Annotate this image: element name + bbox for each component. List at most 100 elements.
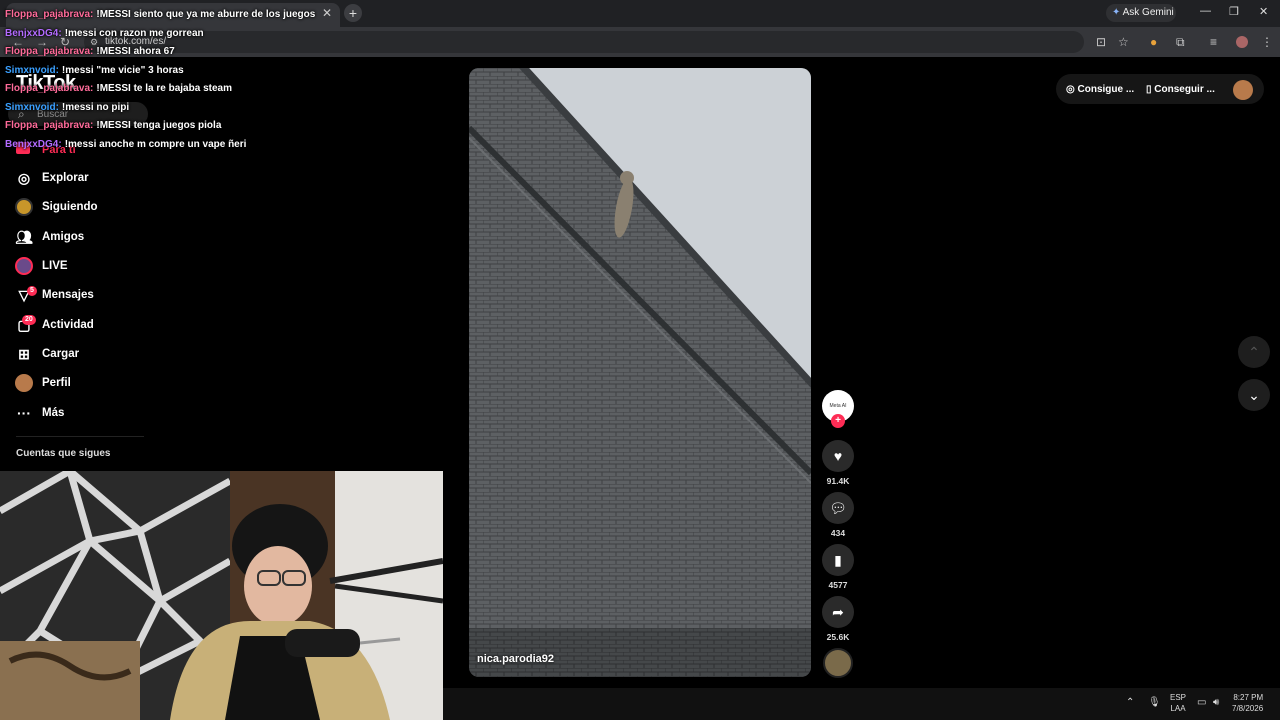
music-disc-icon[interactable] <box>823 648 853 678</box>
chat-message: !MESSI ahora 67 <box>96 46 175 57</box>
chat-message: !MESSI tenga juegos piola <box>96 120 222 131</box>
sidebar-item-label: Amigos <box>42 231 85 243</box>
sidebar-item-label: Siguiendo <box>42 201 98 213</box>
chat-line: Floppa_pajabrava: !MESSI te la re bajaba … <box>5 83 232 94</box>
chat-user: BenjxxDG4: <box>5 28 62 39</box>
live-avatar-icon <box>14 256 34 276</box>
sidebar-item-label: Más <box>42 407 65 419</box>
chat-line: Floppa_pajabrava: !MESSI siento que ya me… <box>5 9 315 20</box>
upload-icon: ⊞ <box>18 345 30 362</box>
chat-user: Floppa_pajabrava: <box>5 83 94 94</box>
taskbar-clock[interactable]: 8:27 PM 7/8/2026 <box>1232 692 1263 714</box>
share-button[interactable]: ➦ <box>822 596 854 628</box>
maximize-button[interactable]: ❐ <box>1229 5 1239 18</box>
follow-plus-button[interactable]: + <box>831 414 845 428</box>
webcam-scene <box>0 471 443 720</box>
more-icon: ··· <box>17 405 31 421</box>
ask-gemini-button[interactable]: ✦ Ask Gemini <box>1106 4 1176 22</box>
get-app-button[interactable]: ▯ Conseguir ... <box>1146 84 1215 95</box>
sidebar-item-label: Explorar <box>42 172 89 184</box>
chat-user: BenjxxDG4: <box>5 139 62 150</box>
menu-kebab-icon[interactable]: ⋮ <box>1261 35 1273 49</box>
lang-primary: ESP <box>1170 693 1187 702</box>
chat-message: !MESSI te la re bajaba steam <box>96 83 232 94</box>
tray-chevron-up-icon[interactable]: ⌃ <box>1126 697 1134 708</box>
profile-avatar-icon <box>14 373 34 393</box>
chat-line: Simxnvoid: !messi "me vicie" 3 horas <box>5 65 184 76</box>
save-button[interactable]: ▮ <box>822 544 854 576</box>
sidebar-item-cargar[interactable]: ⊞ Cargar <box>14 342 79 366</box>
sidebar-item-explorar[interactable]: ◎ Explorar <box>14 166 89 190</box>
chat-user: Simxnvoid: <box>5 102 59 113</box>
video-player[interactable] <box>469 68 811 677</box>
chevron-down-icon: ⌄ <box>1248 386 1260 403</box>
chat-message: !MESSI siento que ya me aburre de los ju… <box>96 9 316 20</box>
bookmark-icon: ▮ <box>834 551 842 568</box>
chat-line: BenjxxDG4: !messi anoche m compre un vape… <box>5 139 246 150</box>
microphone-icon[interactable]: 🎙︎ <box>1148 697 1161 708</box>
sidebar-item-label: LIVE <box>42 260 68 272</box>
get-coins-label: Consigue ... <box>1077 84 1135 95</box>
previous-video-button[interactable]: ⌃ <box>1238 336 1270 368</box>
comment-icon: 💬︎ <box>829 499 847 516</box>
chat-line: BenjxxDG4: !messi con razon me gorrean <box>5 28 204 39</box>
chat-user: Floppa_pajabrava: <box>5 46 94 57</box>
comment-count: 434 <box>830 528 846 538</box>
chat-message: !messi no pipi <box>61 102 130 113</box>
minimize-button[interactable]: — <box>1200 5 1211 17</box>
sparkle-icon: ✦ <box>1112 7 1123 18</box>
divider <box>16 436 144 437</box>
profile-avatar-icon[interactable] <box>1236 36 1248 48</box>
install-app-icon[interactable]: ⊡ <box>1096 35 1106 49</box>
video-frame <box>469 68 811 677</box>
network-icon[interactable]: ▭ <box>1197 697 1206 708</box>
following-accounts-header: Cuentas que sigues <box>16 448 111 459</box>
chat-user: Floppa_pajabrava: <box>5 9 94 20</box>
tab-close-icon[interactable]: ✕ <box>322 6 332 20</box>
volume-icon[interactable]: 🔊︎ <box>1213 697 1219 708</box>
compass-icon: ◎ <box>17 169 31 186</box>
ask-gemini-label: Ask Gemini <box>1122 7 1174 18</box>
chevron-up-icon: ⌃ <box>1248 343 1260 360</box>
sidebar-item-label: Actividad <box>42 319 94 331</box>
media-control-icon[interactable]: ≡ <box>1210 35 1217 49</box>
sidebar-item-live[interactable]: LIVE <box>14 254 68 278</box>
next-video-button[interactable]: ⌄ <box>1238 379 1270 411</box>
get-app-label: Conseguir ... <box>1154 84 1215 95</box>
clock-time: 8:27 PM <box>1233 693 1264 702</box>
comment-button[interactable]: 💬︎ <box>822 492 854 524</box>
sidebar-item-amigos[interactable]: 👥︎ Amigos <box>14 225 84 249</box>
sidebar-item-siguiendo[interactable]: Siguiendo <box>14 195 98 219</box>
extension-chrome-icon[interactable]: ● <box>1150 35 1157 49</box>
following-avatar-icon <box>14 197 34 217</box>
video-author[interactable]: nica.parodia92 <box>477 653 554 665</box>
save-count: 4577 <box>828 580 848 590</box>
omnibox[interactable] <box>84 31 1084 53</box>
chat-line: Floppa_pajabrava: !MESSI ahora 67 <box>5 46 175 57</box>
sidebar-item-perfil[interactable]: Perfil <box>14 371 71 395</box>
webcam-overlay <box>0 471 443 720</box>
share-count: 25.6K <box>826 632 850 642</box>
language-indicator[interactable]: ESP LAA <box>1170 692 1186 714</box>
sidebar-item-mas[interactable]: ··· Más <box>14 401 64 425</box>
meta-ai-label: Meta AI <box>829 403 847 409</box>
chat-message: !messi "me vicie" 3 horas <box>61 65 184 76</box>
sidebar-item-label: Perfil <box>42 377 71 389</box>
like-button[interactable]: ♥ <box>822 440 854 472</box>
clock-date: 7/8/2026 <box>1232 704 1264 713</box>
user-avatar[interactable] <box>1233 80 1253 100</box>
activity-badge: 20 <box>22 315 36 325</box>
sidebar-item-mensajes[interactable]: ▽ Mensajes <box>14 283 94 307</box>
heart-icon: ♥ <box>833 448 843 464</box>
sidebar-item-label: Mensajes <box>42 289 94 301</box>
bookmark-star-icon[interactable]: ☆ <box>1118 35 1129 49</box>
extensions-puzzle-icon[interactable]: ⧉ <box>1176 35 1185 50</box>
chat-user: Simxnvoid: <box>5 65 59 76</box>
share-icon: ➦ <box>832 603 844 620</box>
window-close-button[interactable]: ✕ <box>1259 5 1268 18</box>
chat-line: Simxnvoid: !messi no pipi <box>5 102 129 113</box>
like-count: 91.4K <box>826 476 850 486</box>
new-tab-button[interactable]: + <box>344 4 362 22</box>
chat-user: Floppa_pajabrava: <box>5 120 94 131</box>
get-coins-button[interactable]: ◎ Consigue ... <box>1066 84 1134 95</box>
